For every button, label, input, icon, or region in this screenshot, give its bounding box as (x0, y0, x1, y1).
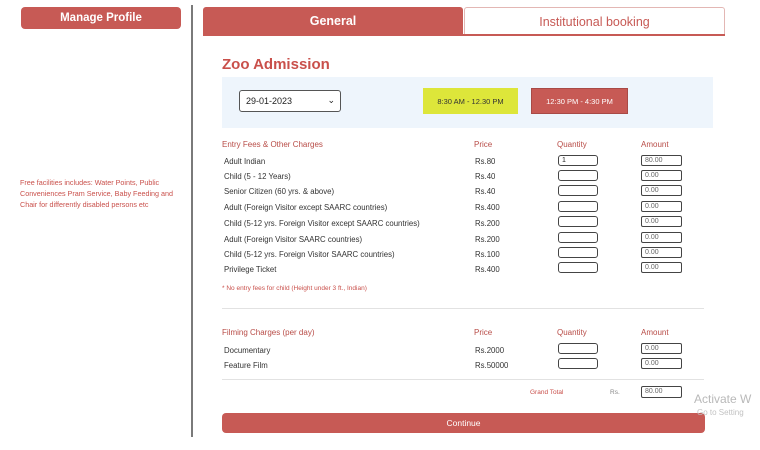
time-slot-afternoon[interactable]: 12:30 PM - 4:30 PM (531, 88, 628, 114)
sidebar: Manage Profile Free facilities includes:… (0, 0, 191, 438)
facilities-note: Free facilities includes: Water Points, … (20, 178, 174, 209)
activation-watermark-sub: Go to Setting (697, 408, 744, 417)
filming-quantity-header: Quantity (557, 328, 587, 337)
amount-field: 0.00 (641, 170, 682, 181)
filming-price-header: Price (474, 328, 493, 337)
quantity-input[interactable]: 1 (558, 155, 598, 166)
table-row-price: Rs.200 (475, 235, 500, 244)
sidebar-divider (191, 5, 193, 437)
child-entry-note: * No entry fees for child (Height under … (222, 285, 367, 292)
amount-header: Amount (641, 140, 669, 149)
table-row-label: Adult (Foreign Visitor except SAARC coun… (224, 203, 388, 212)
grand-total-currency: Rs. (610, 389, 620, 396)
entry-fees-header: Entry Fees & Other Charges (222, 140, 323, 149)
section-divider (222, 308, 704, 309)
table-row-price: Rs.40 (475, 172, 496, 181)
quantity-input[interactable] (558, 247, 598, 258)
quantity-input[interactable] (558, 262, 598, 273)
amount-field: 0.00 (641, 358, 682, 369)
amount-field: 0.00 (641, 216, 682, 227)
amount-field: 0.00 (641, 201, 682, 212)
table-row-label: Documentary (224, 346, 271, 355)
amount-field: 0.00 (641, 185, 682, 196)
table-row-label: Child (5-12 yrs. Foreign Visitor SAARC c… (224, 250, 395, 259)
time-slot-morning[interactable]: 8:30 AM - 12.30 PM (423, 88, 518, 114)
visit-date-select[interactable]: 29-01-2023 ⌄ (239, 90, 341, 112)
tab-general[interactable]: General (203, 7, 463, 35)
table-row-label: Feature Film (224, 361, 268, 370)
table-row-price: Rs.80 (475, 157, 496, 166)
table-row-price: Rs.2000 (475, 346, 505, 355)
table-row-label: Senior Citizen (60 yrs. & above) (224, 187, 335, 196)
filming-charges-header: Filming Charges (per day) (222, 328, 315, 337)
table-row-label: Privilege Ticket (224, 265, 277, 274)
chevron-down-icon: ⌄ (327, 95, 335, 105)
table-row-label: Adult (Foreign Visitor SAARC countries) (224, 235, 363, 244)
grand-total-label: Grand Total (530, 389, 564, 396)
table-row-price: Rs.200 (475, 219, 500, 228)
continue-button[interactable]: Continue (222, 413, 705, 433)
activation-watermark: Activate W (694, 392, 752, 406)
table-row-price: Rs.50000 (475, 361, 509, 370)
quantity-input[interactable] (558, 201, 598, 212)
table-row-price: Rs.40 (475, 187, 496, 196)
quantity-input[interactable] (558, 216, 598, 227)
amount-field: 80.00 (641, 155, 682, 166)
amount-field: 0.00 (641, 247, 682, 258)
filming-amount-header: Amount (641, 328, 669, 337)
amount-field: 0.00 (641, 343, 682, 354)
quantity-input[interactable] (558, 185, 598, 196)
quantity-input[interactable] (558, 358, 598, 369)
quantity-input[interactable] (558, 170, 598, 181)
grand-total-field: 80.00 (641, 386, 682, 398)
manage-profile-button[interactable]: Manage Profile (21, 7, 181, 29)
table-row-price: Rs.400 (475, 265, 500, 274)
price-header: Price (474, 140, 493, 149)
table-row-label: Adult Indian (224, 157, 266, 166)
quantity-header: Quantity (557, 140, 587, 149)
page-title: Zoo Admission (222, 56, 330, 73)
tab-institutional-booking[interactable]: Institutional booking (464, 7, 725, 35)
quantity-input[interactable] (558, 343, 598, 354)
quantity-input[interactable] (558, 232, 598, 243)
table-row-price: Rs.400 (475, 203, 500, 212)
visit-date-value: 29-01-2023 (246, 96, 293, 106)
section-divider (222, 379, 704, 380)
table-row-price: Rs.100 (475, 250, 500, 259)
table-row-label: Child (5 - 12 Years) (224, 172, 291, 181)
table-row-label: Child (5-12 yrs. Foreign Visitor except … (224, 219, 420, 228)
amount-field: 0.00 (641, 262, 682, 273)
tab-underline (203, 34, 725, 36)
amount-field: 0.00 (641, 232, 682, 243)
